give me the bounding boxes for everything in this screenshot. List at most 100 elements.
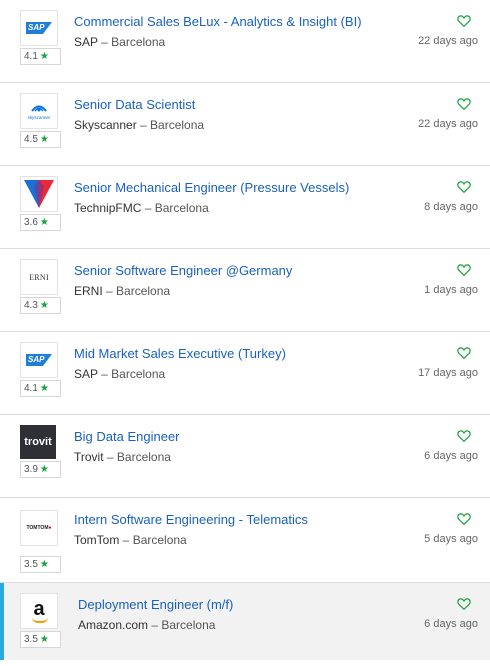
job-title-link[interactable]: Big Data Engineer [74, 429, 180, 444]
job-location: Barcelona [111, 367, 166, 381]
rating-value: 4.3 [24, 300, 38, 311]
amazon-smile-mark [32, 617, 48, 623]
separator: – [97, 35, 112, 49]
job-listing[interactable]: SAP 4.1 ★ Mid Market Sales Executive (Tur… [0, 332, 490, 415]
heart-icon[interactable] [457, 180, 471, 194]
separator: – [102, 284, 117, 298]
job-listing-selected[interactable]: a 3.5 ★ Deployment Engineer (m/f) Amazon.… [0, 583, 490, 660]
sap-logo-mark: SAP [26, 22, 52, 34]
tomtom-logo-dot: ● [48, 525, 52, 531]
job-listing[interactable]: trovit 3.9 ★ Big Data Engineer Trovit – B… [0, 415, 490, 498]
rating-badge: 3.5 ★ [20, 556, 61, 573]
company-location: TechnipFMC – Barcelona [74, 201, 209, 215]
company-name: Skyscanner [74, 118, 137, 132]
company-location: Trovit – Barcelona [74, 450, 171, 464]
company-location: SAP – Barcelona [74, 367, 165, 381]
job-listing[interactable]: SAP 4.1 ★ Commercial Sales BeLux - Analyt… [0, 0, 490, 83]
job-listing[interactable]: ERNI 4.3 ★ Senior Software Engineer @Germ… [0, 249, 490, 332]
job-title-link[interactable]: Intern Software Engineering - Telematics [74, 512, 308, 527]
separator: – [97, 367, 112, 381]
logo-block: TOMTOM● 3.5 ★ [20, 510, 61, 573]
star-icon: ★ [39, 634, 49, 645]
job-list: SAP 4.1 ★ Commercial Sales BeLux - Analyt… [0, 0, 490, 660]
job-title-link[interactable]: Senior Data Scientist [74, 97, 195, 112]
job-location: Barcelona [116, 450, 171, 464]
heart-icon[interactable] [457, 97, 471, 111]
company-location: Skyscanner – Barcelona [74, 118, 204, 132]
skyscanner-logo-mark: skyscanner [28, 105, 51, 120]
separator: – [136, 118, 151, 132]
company-location: ERNI – Barcelona [74, 284, 170, 298]
company-location: Amazon.com – Barcelona [78, 618, 215, 632]
company-location: TomTom – Barcelona [74, 533, 187, 547]
posted-age: 1 days ago [424, 284, 478, 296]
posted-age: 22 days ago [418, 118, 478, 130]
separator: – [103, 450, 117, 464]
heart-icon[interactable] [457, 14, 471, 28]
posted-age: 22 days ago [418, 35, 478, 47]
rating-value: 3.5 [24, 559, 38, 570]
job-listing[interactable]: TOMTOM● 3.5 ★ Intern Software Engineering… [0, 498, 490, 583]
rating-badge: 4.1 ★ [20, 48, 61, 65]
erni-logo-text: ERNI [29, 272, 49, 282]
separator: – [148, 618, 162, 632]
rating-badge: 4.3 ★ [20, 297, 61, 314]
job-title-link[interactable]: Deployment Engineer (m/f) [78, 597, 233, 612]
posted-age: 6 days ago [424, 618, 478, 630]
job-location: Barcelona [161, 618, 216, 632]
logo-block: ERNI 4.3 ★ [20, 259, 61, 314]
technipfmc-logo [20, 176, 58, 212]
skyscanner-logo: skyscanner [20, 93, 58, 129]
job-location: Barcelona [111, 35, 166, 49]
heart-icon[interactable] [457, 512, 471, 526]
star-icon: ★ [39, 383, 49, 394]
logo-block: trovit 3.9 ★ [20, 425, 61, 478]
company-name: TomTom [74, 533, 120, 547]
sap-logo: SAP [20, 10, 58, 46]
posted-age: 5 days ago [424, 533, 478, 545]
job-listing[interactable]: skyscanner 4.5 ★ Senior Data Scientist Sk… [0, 83, 490, 166]
job-location: Barcelona [132, 533, 187, 547]
company-name: TechnipFMC [74, 201, 142, 215]
job-location: Barcelona [154, 201, 209, 215]
job-title-link[interactable]: Mid Market Sales Executive (Turkey) [74, 346, 286, 361]
posted-age: 6 days ago [424, 450, 478, 462]
rating-value: 3.9 [24, 464, 38, 475]
company-name: Trovit [74, 450, 104, 464]
technipfmc-logo-mark [24, 180, 54, 208]
sap-logo: SAP [20, 342, 58, 378]
rating-badge: 3.9 ★ [20, 461, 61, 478]
heart-icon[interactable] [457, 263, 471, 277]
company-name: Amazon.com [78, 618, 149, 632]
star-icon: ★ [39, 217, 49, 228]
company-name: SAP [74, 367, 98, 381]
logo-block: 3.6 ★ [20, 176, 61, 231]
tomtom-logo-word: TOMTOM [26, 525, 49, 531]
job-title-link[interactable]: Senior Mechanical Engineer (Pressure Ves… [74, 180, 349, 195]
job-listing[interactable]: 3.6 ★ Senior Mechanical Engineer (Pressur… [0, 166, 490, 249]
company-location: SAP – Barcelona [74, 35, 165, 49]
rating-value: 3.5 [24, 634, 38, 645]
job-location: Barcelona [116, 284, 171, 298]
rating-badge: 4.5 ★ [20, 131, 61, 148]
posted-age: 17 days ago [418, 367, 478, 379]
sap-logo-mark: SAP [26, 354, 52, 366]
heart-icon[interactable] [457, 346, 471, 360]
star-icon: ★ [39, 559, 49, 570]
job-title-link[interactable]: Commercial Sales BeLux - Analytics & Ins… [74, 14, 362, 29]
rating-badge: 3.5 ★ [20, 631, 61, 648]
rating-value: 4.1 [24, 383, 38, 394]
logo-block: SAP 4.1 ★ [20, 342, 61, 397]
separator: – [141, 201, 155, 215]
separator: – [119, 533, 133, 547]
job-title-link[interactable]: Senior Software Engineer @Germany [74, 263, 292, 278]
heart-icon[interactable] [457, 597, 471, 611]
heart-icon[interactable] [457, 429, 471, 443]
logo-block: SAP 4.1 ★ [20, 10, 61, 65]
trovit-logo-text: trovit [20, 425, 56, 459]
trovit-logo: trovit [20, 425, 56, 459]
job-location: Barcelona [150, 118, 205, 132]
rating-value: 4.5 [24, 134, 38, 145]
skyscanner-logo-text: skyscanner [28, 115, 51, 120]
star-icon: ★ [39, 134, 49, 145]
